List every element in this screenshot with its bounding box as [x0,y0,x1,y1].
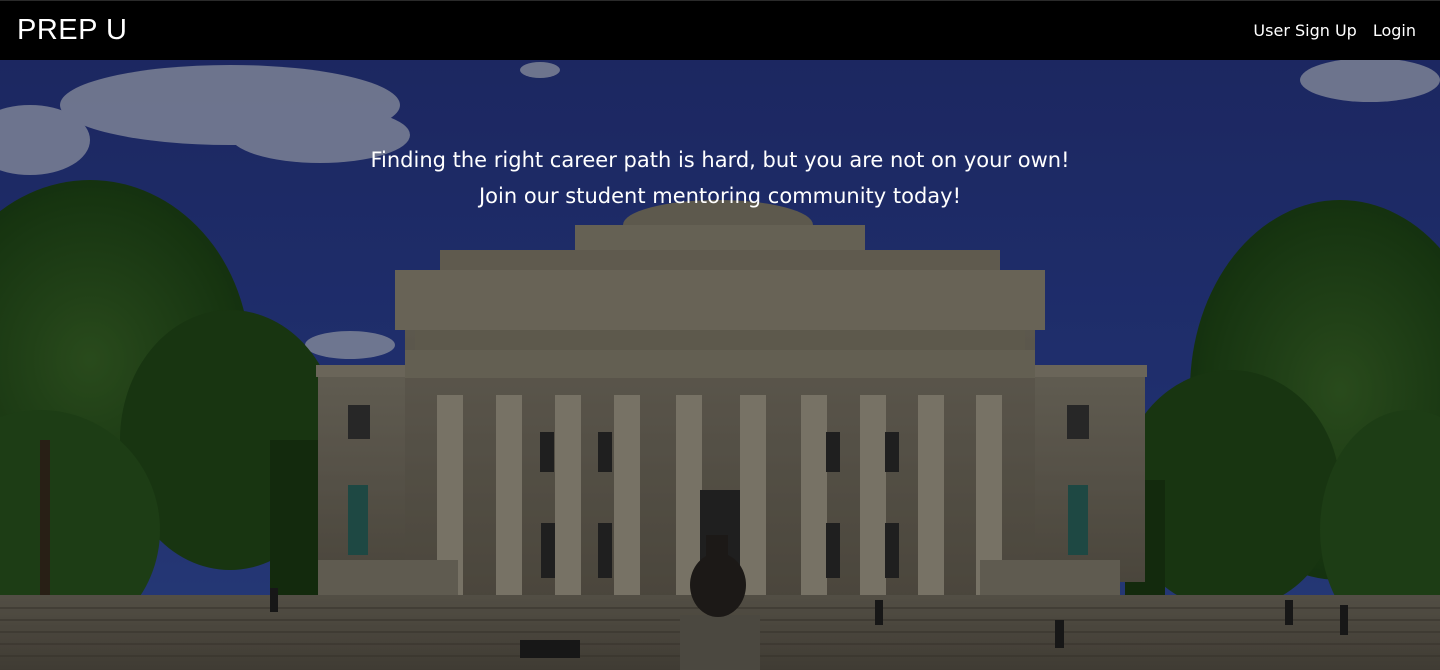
user-sign-up-link[interactable]: User Sign Up [1253,21,1356,40]
nav-links: User Sign Up Login [1237,21,1416,40]
hero-line-1: Finding the right career path is hard, b… [370,148,1070,172]
login-link[interactable]: Login [1373,21,1416,40]
brand-logo[interactable]: PREP U [17,14,127,47]
hero-tagline: Finding the right career path is hard, b… [0,142,1440,214]
hero-line-2: Join our student mentoring community tod… [478,184,962,208]
top-navbar: PREP U User Sign Up Login [0,0,1440,60]
hero-banner: Finding the right career path is hard, b… [0,60,1440,670]
